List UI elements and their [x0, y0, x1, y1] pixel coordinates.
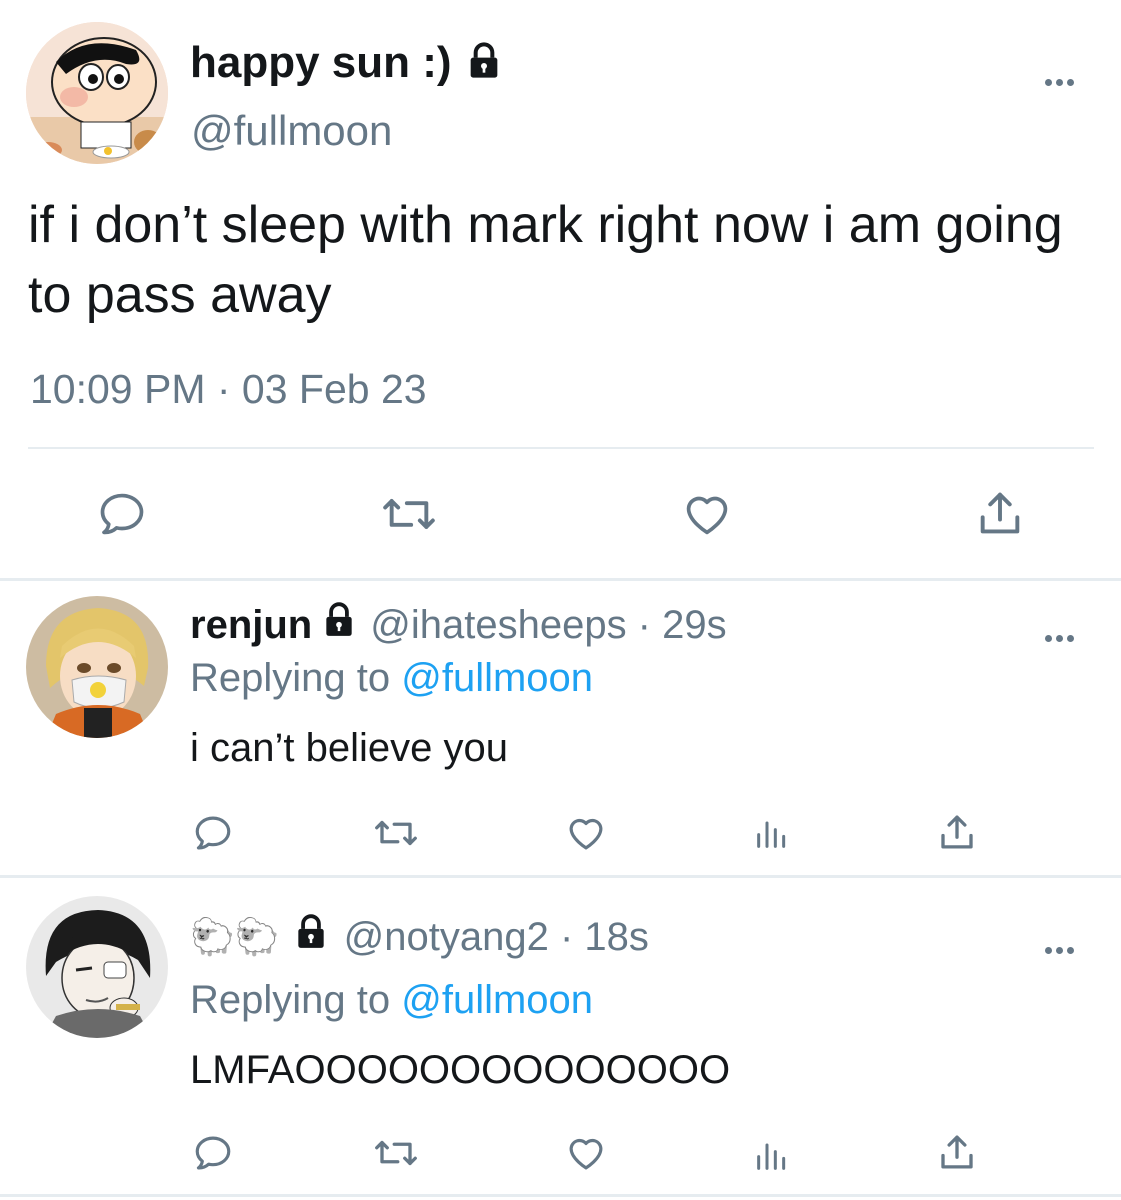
- reply-header: renjun @ihatesheeps · 29s: [190, 600, 727, 650]
- display-name[interactable]: happy sun :): [190, 38, 452, 88]
- divider: [28, 447, 1094, 449]
- reply-header: 🐑🐑 @notyang2 · 18s: [190, 912, 649, 962]
- divider: [0, 875, 1121, 878]
- handle[interactable]: @fullmoon: [191, 107, 392, 155]
- anime-avatar-image: [26, 896, 168, 1038]
- reply-time[interactable]: · 18s: [549, 915, 649, 960]
- reply-icon[interactable]: [192, 1132, 234, 1174]
- more-icon[interactable]: [1045, 930, 1078, 960]
- reply-time[interactable]: · 29s: [627, 603, 727, 648]
- heart-icon[interactable]: [564, 812, 608, 854]
- divider: [0, 578, 1121, 581]
- reply-text: LMFAOOOOOOOOOOOOOO: [190, 1048, 731, 1092]
- analytics-icon[interactable]: [752, 1134, 792, 1176]
- timestamp[interactable]: 10:09 PM · 03 Feb 23: [30, 366, 427, 413]
- avatar-notyang2[interactable]: [26, 896, 168, 1038]
- replying-prefix: Replying to: [190, 656, 402, 700]
- heart-icon[interactable]: [680, 488, 734, 540]
- share-icon[interactable]: [936, 1130, 978, 1174]
- replying-prefix: Replying to: [190, 978, 402, 1022]
- retweet-icon[interactable]: [372, 812, 420, 854]
- reply-text: i can’t believe you: [190, 726, 508, 770]
- mention-link[interactable]: @fullmoon: [401, 656, 593, 700]
- replying-to: Replying to @fullmoon: [190, 656, 593, 701]
- mention-link[interactable]: @fullmoon: [401, 978, 593, 1022]
- display-name[interactable]: renjun: [190, 603, 312, 648]
- display-name[interactable]: 🐑🐑: [190, 916, 280, 958]
- lock-icon: [320, 601, 358, 649]
- avatar-renjun[interactable]: [26, 596, 168, 738]
- heart-icon[interactable]: [564, 1132, 608, 1174]
- divider: [0, 1194, 1121, 1197]
- main-tweet-header: happy sun :): [190, 36, 504, 90]
- reply-icon[interactable]: [96, 488, 148, 540]
- cartoon-avatar-image: [26, 22, 168, 164]
- retweet-icon[interactable]: [380, 488, 438, 540]
- share-icon[interactable]: [974, 486, 1026, 540]
- share-icon[interactable]: [936, 810, 978, 854]
- analytics-icon[interactable]: [752, 812, 792, 854]
- lock-icon: [292, 913, 330, 961]
- anime-avatar-image: [26, 596, 168, 738]
- handle[interactable]: @notyang2: [344, 915, 549, 960]
- replying-to: Replying to @fullmoon: [190, 978, 593, 1023]
- handle[interactable]: @ihatesheeps: [370, 603, 626, 648]
- lock-icon: [464, 41, 504, 86]
- more-icon[interactable]: [1045, 618, 1078, 648]
- reply-icon[interactable]: [192, 812, 234, 854]
- avatar-happy-sun[interactable]: [26, 22, 168, 164]
- more-icon[interactable]: [1045, 62, 1078, 92]
- retweet-icon[interactable]: [372, 1132, 420, 1174]
- tweet-text: if i don’t sleep with mark right now i a…: [28, 196, 1063, 324]
